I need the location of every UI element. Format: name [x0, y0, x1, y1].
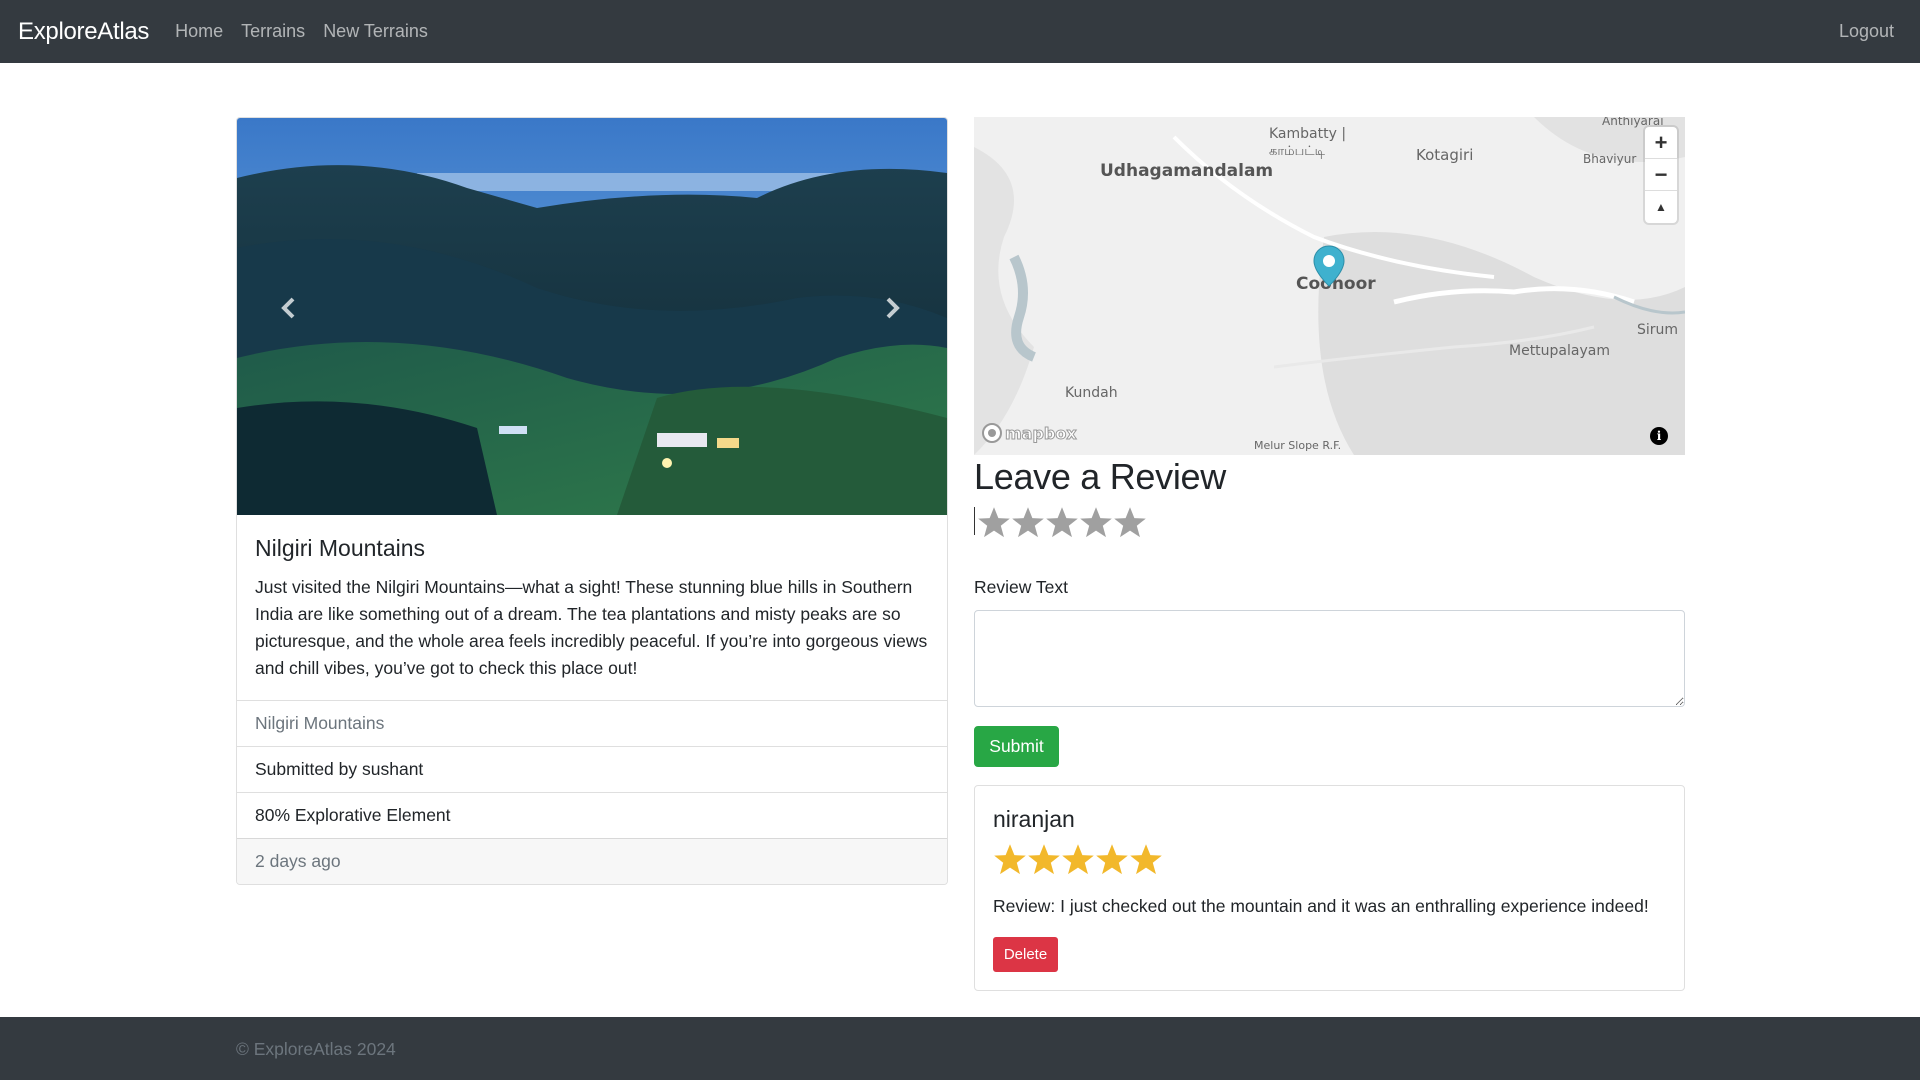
- terrain-description: Just visited the Nilgiri Mountains—what …: [255, 577, 928, 678]
- review-text-field[interactable]: [974, 610, 1685, 707]
- review-star-icon-1: [994, 844, 1026, 875]
- map-zoom-controls: + − ▲: [1645, 127, 1677, 223]
- map-label-kambatty-tamil: காம்பட்டி: [1269, 144, 1325, 159]
- map-label-kambatty: Kambatty |: [1269, 126, 1347, 142]
- zoom-in-button[interactable]: +: [1645, 127, 1677, 159]
- card-body: Nilgiri Mountains Just visited the Nilgi…: [237, 515, 947, 700]
- map-label-melur: Melur Slope R.F.: [1254, 439, 1342, 452]
- submit-review-button[interactable]: Submit: [974, 726, 1059, 767]
- star-rating-input[interactable]: [974, 506, 1147, 540]
- carousel-next-button[interactable]: [872, 288, 912, 328]
- map-label-kotagiri: Kotagiri: [1416, 146, 1474, 164]
- review-card: niranjan Review: I just checked out the …: [974, 785, 1685, 991]
- footer: © ExploreAtlas 2024: [0, 1017, 1920, 1080]
- terrain-posted-time: 2 days ago: [237, 838, 947, 884]
- zoom-out-button[interactable]: −: [1645, 159, 1677, 191]
- chevron-right-icon: [886, 297, 900, 319]
- review-stars: [993, 843, 1666, 877]
- map-label-mettupalayam: Mettupalayam: [1509, 343, 1610, 359]
- terrain-card: Nilgiri Mountains Just visited the Nilgi…: [236, 117, 948, 885]
- navbar: ExploreAtlas Home Terrains New Terrains …: [0, 0, 1920, 63]
- mapbox-logo[interactable]: mapbox: [981, 422, 1077, 444]
- terrain-title: Nilgiri Mountains: [255, 535, 426, 561]
- review-body: Review: I just checked out the mountain …: [993, 896, 1649, 916]
- terrain-submitted-by: Submitted by sushant: [237, 746, 947, 792]
- rating-caret: [974, 507, 975, 535]
- map-label-udhagamandalam: Udhagamandalam: [1100, 161, 1274, 181]
- logout-link[interactable]: Logout: [1839, 21, 1894, 42]
- review-star-icon-5: [1130, 844, 1162, 875]
- review-text-label: Review Text: [974, 577, 1069, 597]
- review-heading: Leave a Review: [974, 456, 1226, 497]
- nav-link-terrains[interactable]: Terrains: [241, 21, 305, 42]
- map-label-kundah: Kundah: [1065, 385, 1118, 401]
- map-label-sirumugai: Sirum: [1637, 322, 1679, 338]
- rating-star-icon-2[interactable]: [1011, 506, 1045, 540]
- info-icon: i: [1656, 429, 1662, 443]
- terrain-photo: [237, 118, 947, 515]
- footer-copyright: © ExploreAtlas 2024: [236, 1039, 396, 1059]
- carousel-prev-button[interactable]: [269, 288, 309, 328]
- review-author: niranjan: [993, 806, 1075, 832]
- rating-star-icon-3[interactable]: [1045, 506, 1079, 540]
- location-marker-icon[interactable]: [1313, 245, 1345, 287]
- delete-review-button[interactable]: Delete: [993, 937, 1058, 972]
- review-star-icon-2: [1028, 844, 1060, 875]
- terrain-location: Nilgiri Mountains: [237, 700, 947, 746]
- map-info-button[interactable]: i: [1650, 427, 1668, 445]
- rating-star-icon-1[interactable]: [977, 506, 1011, 540]
- chevron-left-icon: [281, 297, 295, 319]
- mapbox-logo-text: mapbox: [1005, 423, 1078, 443]
- terrain-map[interactable]: Anthiyarai Kambatty | காம்பட்டி Kotagiri…: [974, 117, 1685, 455]
- nav-link-new-terrains[interactable]: New Terrains: [323, 21, 428, 42]
- rating-star-icon-4[interactable]: [1079, 506, 1113, 540]
- map-label-bhaviyur: Bhaviyur: [1583, 152, 1637, 166]
- image-carousel: [237, 118, 947, 515]
- review-star-icon-4: [1096, 844, 1128, 875]
- terrain-explorative: 80% Explorative Element: [237, 792, 947, 838]
- compass-button[interactable]: ▲: [1645, 191, 1677, 223]
- review-star-icon-3: [1062, 844, 1094, 875]
- mapbox-logo-icon: [982, 423, 1002, 443]
- rating-star-icon-5[interactable]: [1113, 506, 1147, 540]
- nav-link-home[interactable]: Home: [175, 21, 223, 42]
- brand-logo[interactable]: ExploreAtlas: [18, 18, 149, 46]
